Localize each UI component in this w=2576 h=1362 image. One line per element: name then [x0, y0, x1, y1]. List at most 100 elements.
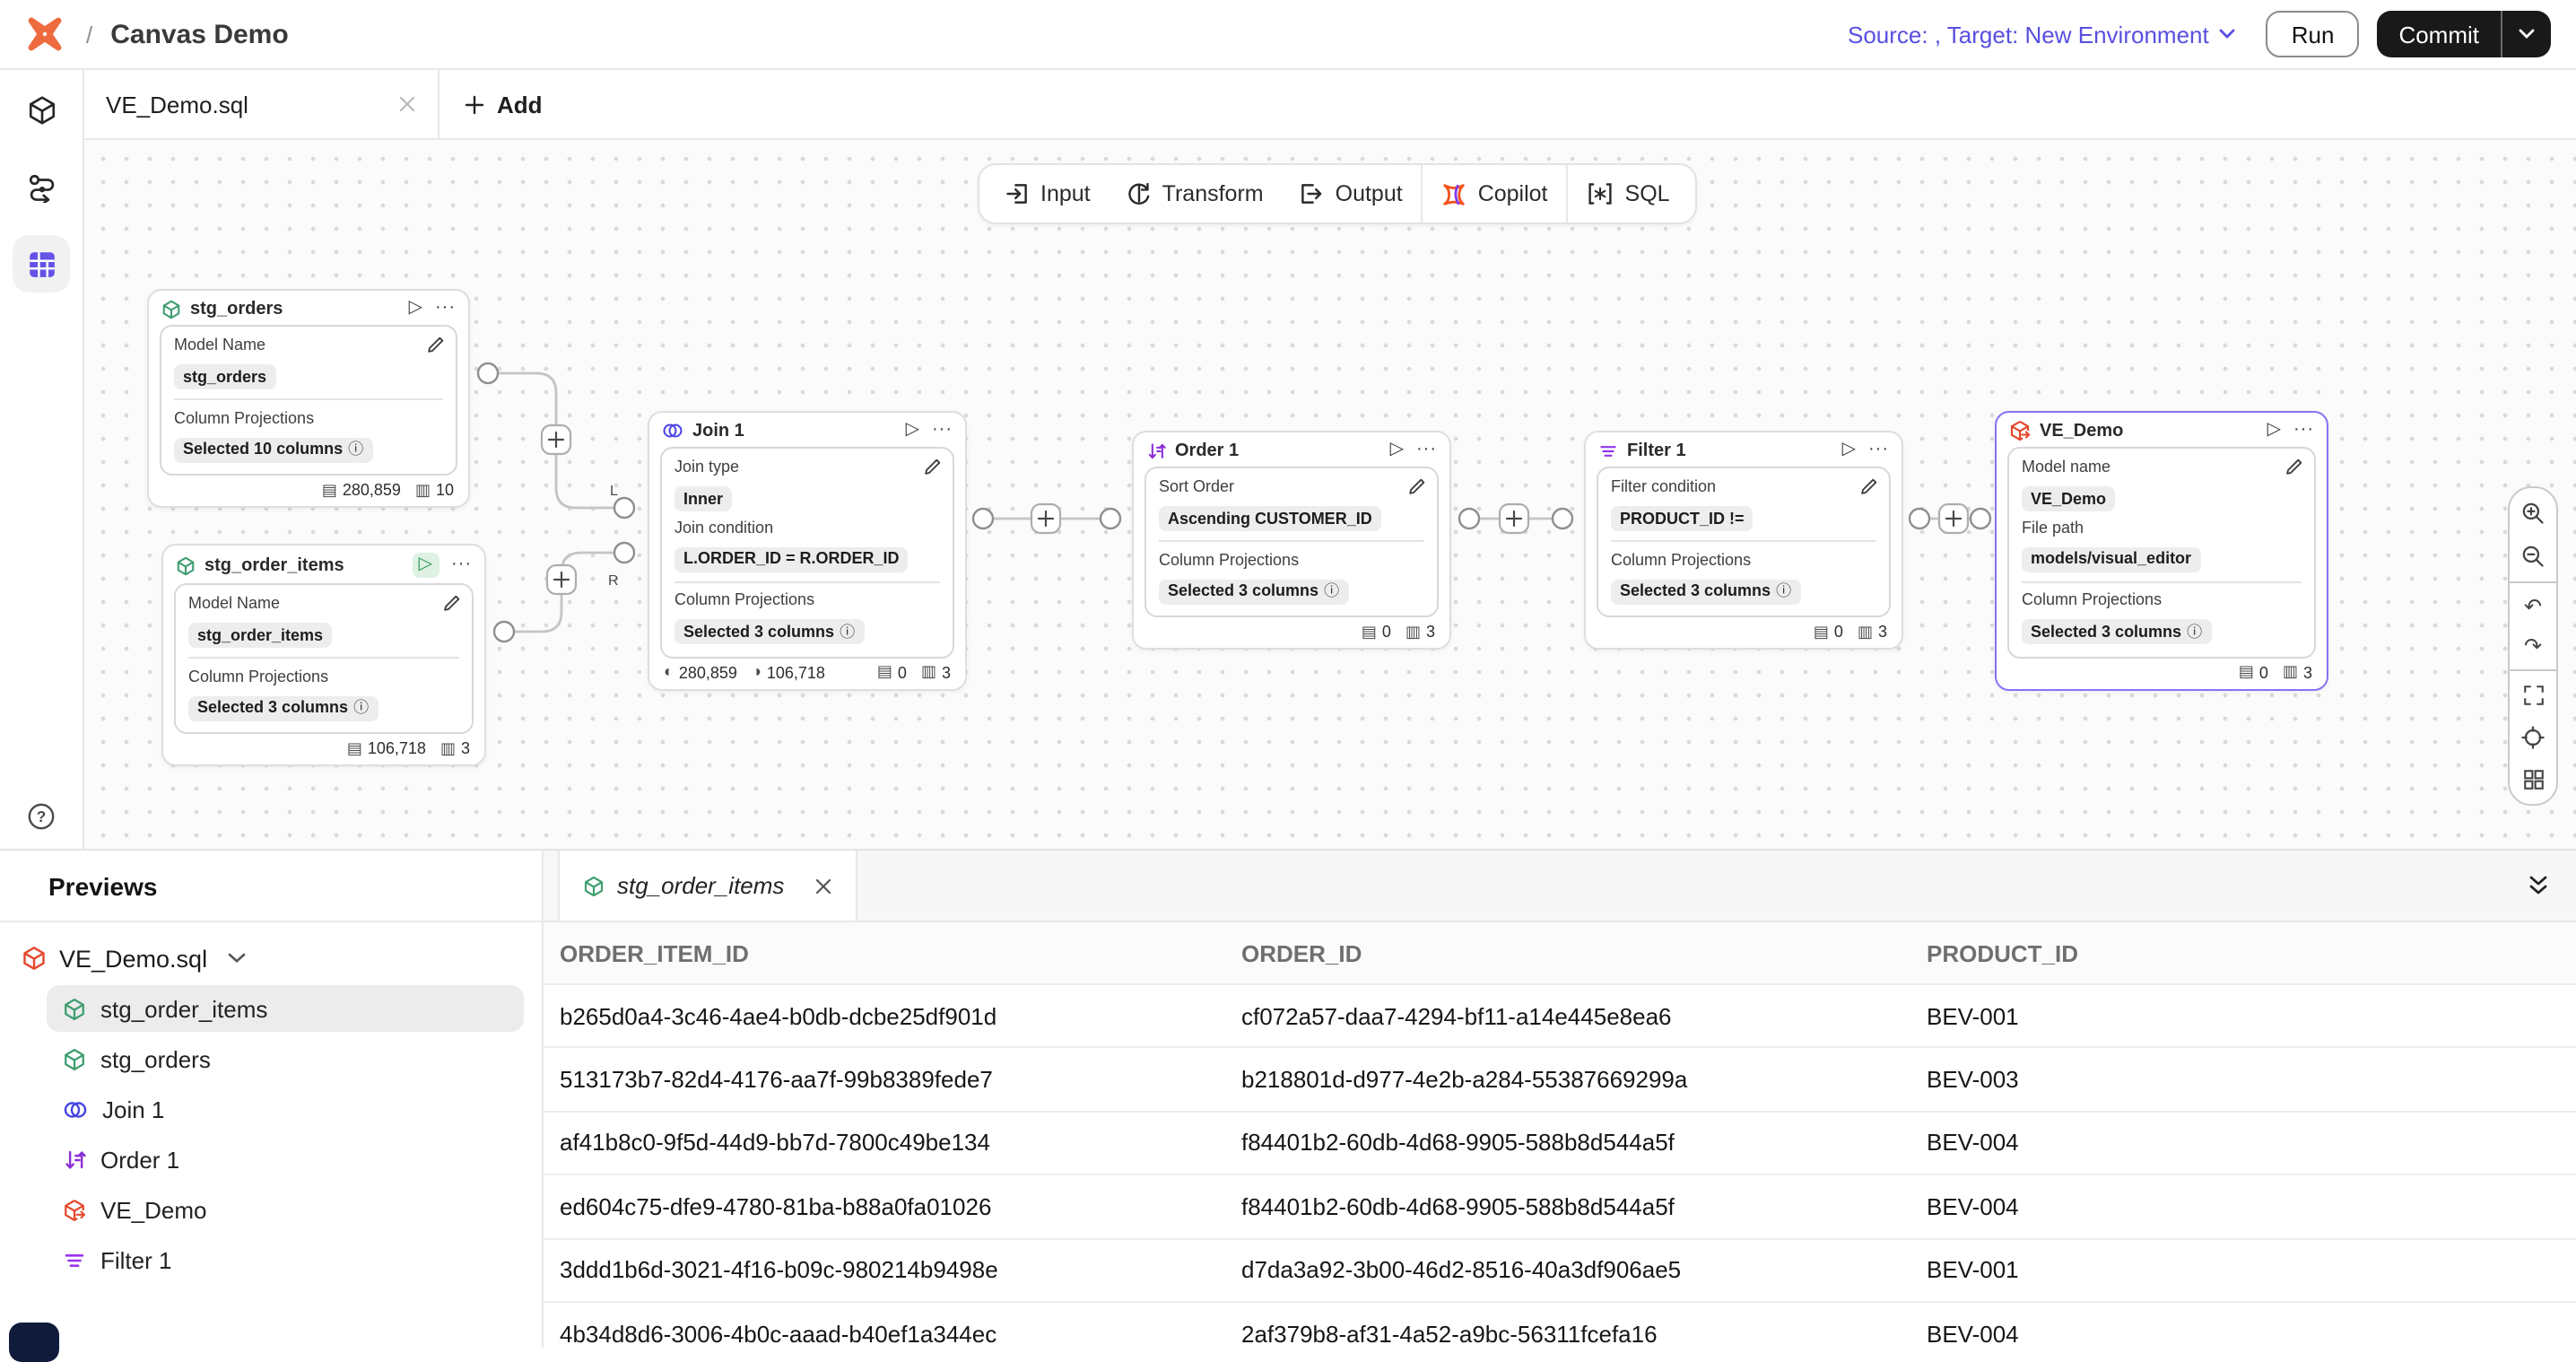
tab-close-button[interactable]: [398, 95, 416, 113]
field-value-pill[interactable]: Selected 3 columnsⓘ: [1159, 579, 1348, 605]
add-node-button[interactable]: [1939, 504, 1968, 533]
output-port[interactable]: [494, 622, 514, 642]
field-value-pill[interactable]: Inner: [674, 486, 732, 512]
play-button[interactable]: ▷: [2267, 420, 2281, 441]
commit-split-button[interactable]: Commit: [2377, 11, 2551, 57]
tree-item-ve-demo[interactable]: VE_Demo: [47, 1186, 524, 1233]
commit-button[interactable]: Commit: [2377, 11, 2501, 57]
environment-selector[interactable]: Source: , Target: New Environment: [1848, 21, 2236, 48]
info-icon[interactable]: ⓘ: [353, 699, 369, 718]
node-menu-button[interactable]: ···: [451, 556, 472, 574]
input-port-left[interactable]: [614, 498, 634, 518]
field-value-pill[interactable]: Selected 10 columnsⓘ: [174, 437, 372, 463]
input-port[interactable]: [1101, 509, 1120, 528]
chevron-down-icon[interactable]: [227, 953, 245, 964]
field-value-pill[interactable]: PRODUCT_ID !=: [1611, 506, 1754, 532]
edit-icon[interactable]: [1860, 477, 1878, 495]
run-button[interactable]: Run: [2267, 11, 2360, 57]
input-port[interactable]: [1971, 509, 1990, 528]
node-menu-button[interactable]: ···: [1868, 441, 1889, 459]
play-button[interactable]: ▷: [1842, 440, 1856, 461]
edit-icon[interactable]: [2285, 458, 2303, 476]
tree-item-stg-orders[interactable]: stg_orders: [47, 1035, 524, 1082]
node-menu-button[interactable]: ···: [435, 300, 456, 318]
field-value-pill[interactable]: Ascending CUSTOMER_ID: [1159, 506, 1381, 532]
add-node-button[interactable]: [1500, 504, 1528, 533]
field-value-pill[interactable]: Selected 3 columnsⓘ: [188, 695, 378, 721]
tree-item-join-1[interactable]: Join 1: [47, 1086, 524, 1132]
edit-icon[interactable]: [443, 594, 461, 612]
help-button[interactable]: ?: [0, 802, 83, 831]
canvas[interactable]: Input Transform Output Copilot: [84, 140, 2576, 849]
tree-root-ve-demo-sql[interactable]: VE_Demo.sql: [0, 935, 531, 982]
node-ve-demo[interactable]: VE_Demo ▷ ··· Model name VE_Demo File pa…: [1995, 411, 2328, 690]
grid-layout-button[interactable]: [2521, 768, 2545, 791]
edit-icon[interactable]: [1408, 477, 1426, 495]
add-node-button[interactable]: [542, 425, 570, 454]
left-input-icon: ◐: [664, 664, 674, 680]
info-icon[interactable]: ⓘ: [2187, 623, 2202, 642]
node-stg-order-items[interactable]: stg_order_items ▷ ··· Model Name stg_ord…: [161, 544, 486, 766]
field-value-pill[interactable]: models/visual_editor: [2022, 546, 2200, 572]
rail-canvas-button[interactable]: [13, 235, 70, 292]
rail-models-button[interactable]: [13, 81, 70, 138]
zoom-out-button[interactable]: [2520, 544, 2546, 569]
center-target-button[interactable]: [2520, 725, 2546, 750]
play-button[interactable]: ▷: [906, 420, 919, 441]
output-port[interactable]: [1910, 509, 1929, 528]
cell-order-item-id: 513173b7-82d4-4176-aa7f-99b8389fede7: [560, 1066, 1241, 1093]
info-icon[interactable]: ⓘ: [348, 441, 363, 459]
field-value-pill[interactable]: stg_orders: [174, 364, 275, 390]
columns-icon: ▥: [415, 482, 431, 498]
input-port[interactable]: [1553, 509, 1572, 528]
tree-item-filter-1[interactable]: Filter 1: [47, 1236, 524, 1283]
tab-ve-demo-sql[interactable]: VE_Demo.sql: [84, 70, 439, 138]
field-value-pill[interactable]: Selected 3 columnsⓘ: [2022, 619, 2211, 645]
info-icon[interactable]: ⓘ: [1776, 582, 1791, 601]
field-value-pill[interactable]: stg_order_items: [188, 623, 332, 649]
field-value-pill[interactable]: VE_Demo: [2022, 486, 2115, 512]
preview-tab-close-button[interactable]: [814, 877, 832, 895]
node-menu-button[interactable]: ···: [2293, 422, 2314, 440]
input-node-button[interactable]: Input: [987, 165, 1109, 223]
rail-lineage-button[interactable]: [13, 158, 70, 215]
output-node-button[interactable]: Output: [1282, 165, 1421, 223]
add-tab-button[interactable]: Add: [439, 70, 568, 138]
tree-item-order-1[interactable]: Order 1: [47, 1136, 524, 1183]
edit-icon[interactable]: [924, 458, 942, 476]
info-icon[interactable]: ⓘ: [1324, 582, 1339, 601]
node-filter-1[interactable]: Filter 1 ▷ ··· Filter condition PRODUCT_…: [1584, 431, 1903, 650]
edit-icon[interactable]: [427, 336, 445, 354]
input-port-right[interactable]: [614, 543, 634, 563]
dbt-logo-icon[interactable]: [25, 14, 65, 54]
node-stg-orders[interactable]: stg_orders ▷ ··· Model Name stg_orders C…: [147, 289, 470, 508]
field-value-pill[interactable]: Selected 3 columnsⓘ: [674, 619, 864, 645]
chat-widget[interactable]: [9, 1323, 59, 1362]
tree-item-stg-order-items[interactable]: stg_order_items: [47, 985, 524, 1032]
output-port[interactable]: [478, 363, 498, 383]
field-value-pill[interactable]: L.ORDER_ID = R.ORDER_ID: [674, 546, 909, 572]
transform-node-button[interactable]: Transform: [1109, 165, 1282, 223]
fit-view-button[interactable]: [2521, 684, 2545, 707]
undo-button[interactable]: ↶: [2524, 596, 2542, 617]
play-button[interactable]: ▷: [1390, 440, 1404, 461]
node-menu-button[interactable]: ···: [1416, 441, 1437, 459]
play-button[interactable]: ▷: [413, 553, 439, 578]
node-join-1[interactable]: Join 1 ▷ ··· Join type Inner Join condit…: [648, 411, 967, 690]
info-icon[interactable]: ⓘ: [840, 623, 855, 642]
play-button[interactable]: ▷: [409, 298, 422, 319]
collapse-previews-button[interactable]: [2528, 851, 2576, 921]
node-order-1[interactable]: Order 1 ▷ ··· Sort Order Ascending CUSTO…: [1132, 431, 1451, 650]
output-port[interactable]: [1459, 509, 1479, 528]
node-menu-button[interactable]: ···: [932, 422, 953, 440]
commit-dropdown-button[interactable]: [2502, 29, 2551, 39]
preview-tab-stg-order-items[interactable]: stg_order_items: [558, 851, 857, 921]
add-node-button[interactable]: [1031, 504, 1060, 533]
output-port[interactable]: [973, 509, 993, 528]
copilot-button[interactable]: Copilot: [1423, 165, 1566, 223]
redo-button[interactable]: ↷: [2524, 635, 2542, 657]
field-value-pill[interactable]: Selected 3 columnsⓘ: [1611, 579, 1800, 605]
sql-node-button[interactable]: SQL: [1568, 165, 1688, 223]
add-node-button[interactable]: [547, 565, 576, 594]
zoom-in-button[interactable]: [2520, 501, 2546, 526]
